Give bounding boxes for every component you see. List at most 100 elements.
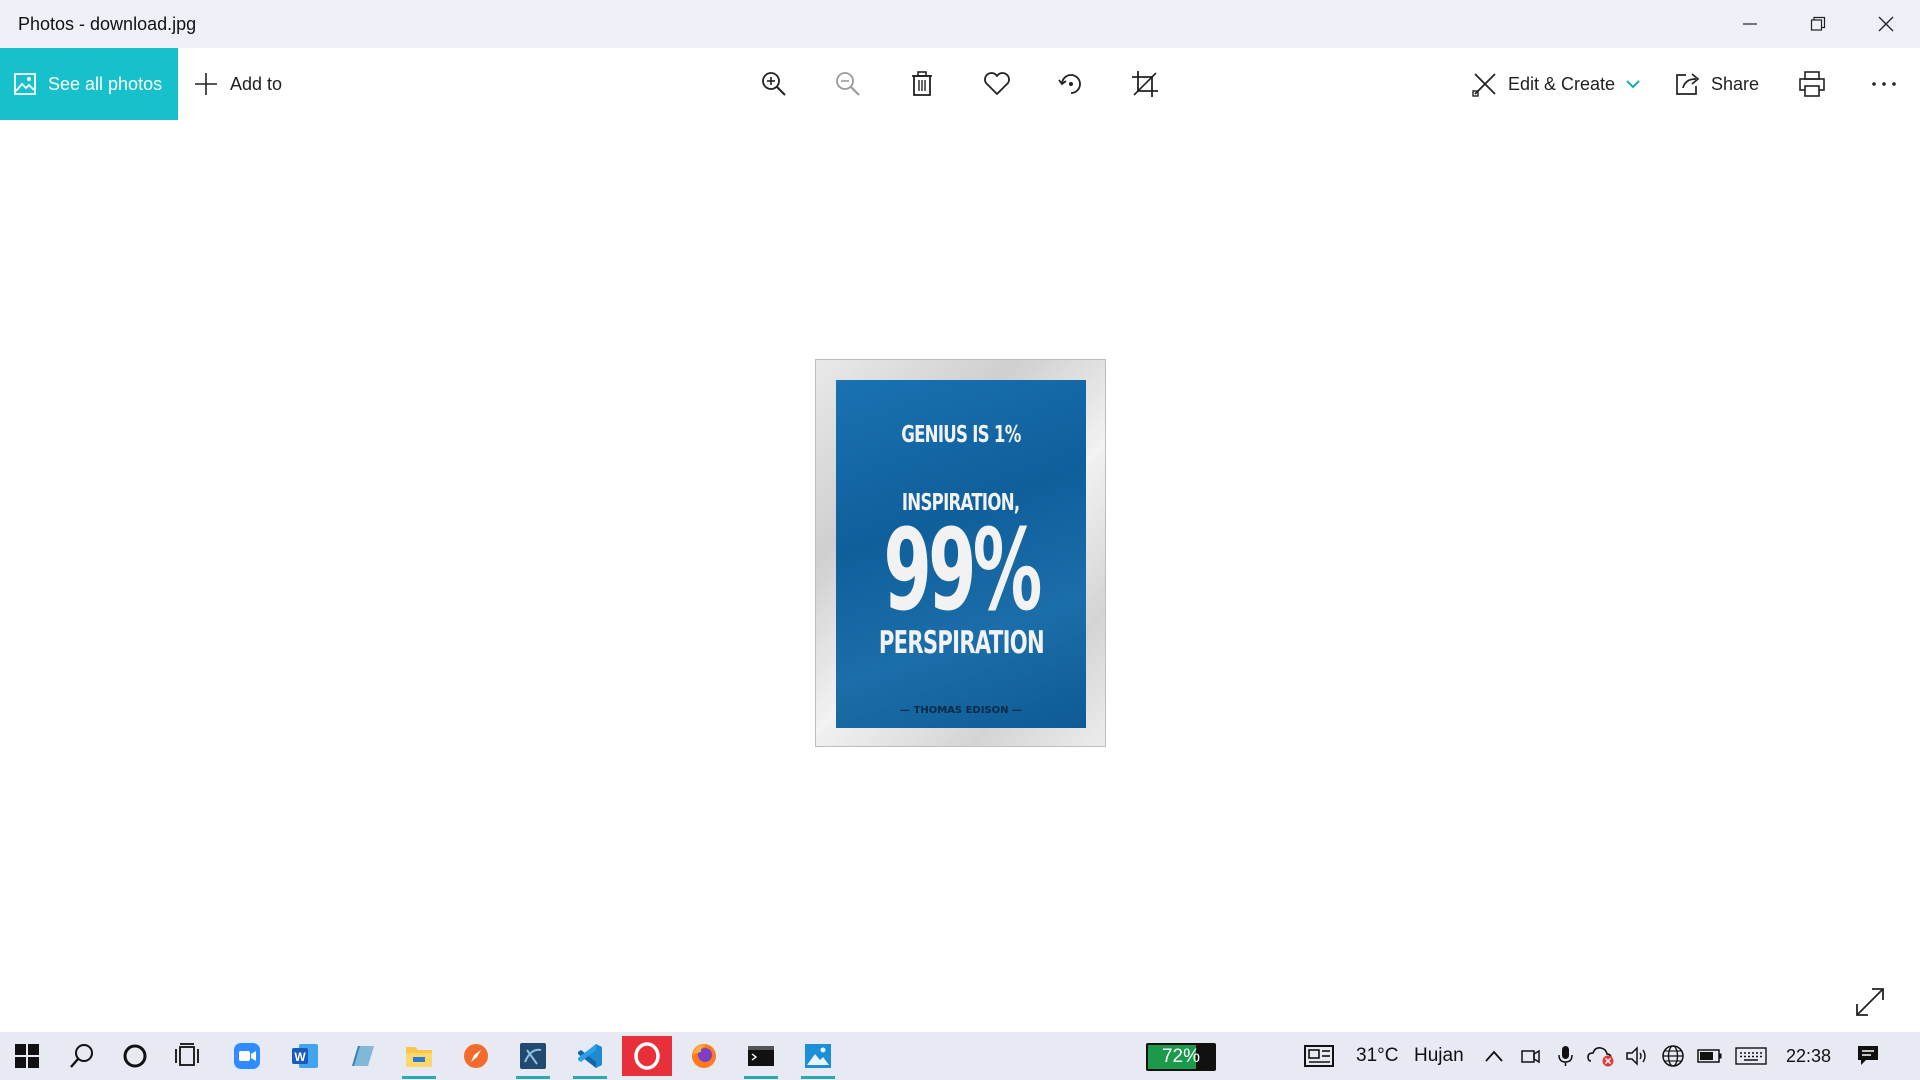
news-widget-button[interactable] <box>1301 1036 1341 1076</box>
toolbar: See all photos Add to Edit & Create Shar… <box>0 48 1920 120</box>
fullscreen-button[interactable] <box>1850 982 1890 1022</box>
quote-big-number: 99% <box>883 506 1042 636</box>
terminal-icon <box>748 1046 774 1066</box>
taskbar-app-notes[interactable] <box>337 1036 387 1076</box>
globe-icon <box>1662 1045 1684 1067</box>
camera-tray-button[interactable] <box>1515 1036 1545 1076</box>
cortana-button[interactable] <box>110 1036 160 1076</box>
battery-meter-label: 72% <box>1161 1046 1201 1067</box>
camera-icon <box>1521 1049 1540 1064</box>
minimize-button[interactable] <box>1716 0 1784 48</box>
news-icon <box>1304 1045 1334 1067</box>
see-all-photos-button[interactable]: See all photos <box>0 48 178 120</box>
svg-text:W: W <box>294 1050 306 1064</box>
battery-icon <box>1697 1049 1722 1063</box>
action-center-button[interactable] <box>1846 1036 1890 1076</box>
zoom-out-icon <box>836 72 860 96</box>
quote-line-1: GENIUS IS 1% <box>901 422 1021 448</box>
see-all-photos-label: See all photos <box>48 73 163 94</box>
window-controls <box>1716 0 1920 48</box>
trash-icon <box>912 71 932 96</box>
show-hidden-icons-button[interactable] <box>1478 1036 1510 1076</box>
add-to-button[interactable]: Add to <box>194 48 282 120</box>
microphone-tray-button[interactable] <box>1550 1036 1580 1076</box>
firefox-icon <box>692 1044 716 1068</box>
poster-quote: GENIUS IS 1% INSPIRATION, 99% PERSPIRATI… <box>836 380 1086 728</box>
taskbar-clock[interactable]: 22:38 <box>1786 1032 1831 1080</box>
minimize-icon <box>1743 23 1757 25</box>
battery-meter-widget[interactable]: 72% <box>1146 1043 1216 1071</box>
restore-icon <box>1810 16 1826 31</box>
keyboard-tray-button[interactable] <box>1733 1036 1769 1076</box>
onedrive-tray-button[interactable] <box>1585 1036 1617 1076</box>
close-button[interactable] <box>1852 0 1920 48</box>
zoom-in-icon <box>762 72 786 96</box>
share-icon <box>1676 73 1700 95</box>
displayed-photo: GENIUS IS 1% INSPIRATION, 99% PERSPIRATI… <box>815 359 1106 747</box>
edit-create-label: Edit & Create <box>1508 73 1616 94</box>
delete-button[interactable] <box>904 66 940 102</box>
taskbar-opera[interactable] <box>622 1036 672 1076</box>
taskbar: W 72% 31°C Hujan 22:38 <box>0 1032 1920 1080</box>
folder-icon <box>406 1047 432 1067</box>
task-view-button[interactable] <box>164 1036 214 1076</box>
restore-button[interactable] <box>1784 0 1852 48</box>
taskbar-photos[interactable] <box>793 1036 843 1079</box>
weather-condition[interactable]: Hujan <box>1414 1032 1464 1080</box>
search-button[interactable] <box>57 1036 107 1076</box>
task-view-icon <box>175 1043 199 1066</box>
database-app-icon <box>520 1043 546 1069</box>
favorite-button[interactable] <box>979 66 1015 102</box>
chevron-up-icon <box>1485 1050 1503 1062</box>
volume-tray-button[interactable] <box>1622 1036 1652 1076</box>
taskbar-file-explorer[interactable] <box>394 1036 444 1079</box>
title-bar: Photos - download.jpg <box>0 0 1920 48</box>
zoom-out-button[interactable] <box>830 66 866 102</box>
taskbar-terminal[interactable] <box>736 1036 786 1079</box>
rotate-icon <box>1058 74 1081 94</box>
taskbar-vscode[interactable] <box>565 1036 615 1079</box>
heart-icon <box>984 72 1010 95</box>
search-icon <box>70 1044 93 1068</box>
window-title: Photos - download.jpg <box>18 13 197 34</box>
edit-create-button[interactable]: Edit & Create <box>1472 48 1641 120</box>
add-to-label: Add to <box>230 73 283 94</box>
network-tray-button[interactable] <box>1658 1036 1688 1076</box>
notes-app-icon <box>352 1046 374 1066</box>
zoom-app-icon <box>234 1043 260 1069</box>
taskbar-firefox[interactable] <box>679 1036 729 1076</box>
plus-icon <box>195 73 217 95</box>
share-button[interactable]: Share <box>1675 48 1759 120</box>
photo-icon <box>14 73 36 95</box>
rotate-button[interactable] <box>1053 66 1089 102</box>
word-icon: W <box>292 1044 318 1068</box>
taskbar-word[interactable]: W <box>280 1036 330 1076</box>
close-icon <box>1878 16 1894 32</box>
taskbar-app-orange[interactable] <box>451 1036 501 1076</box>
vscode-icon <box>578 1044 602 1068</box>
expand-icon <box>1856 988 1884 1016</box>
photo-canvas[interactable]: GENIUS IS 1% INSPIRATION, 99% PERSPIRATI… <box>0 120 1920 1032</box>
speaker-icon <box>1626 1046 1646 1066</box>
chevron-down-icon <box>1626 80 1640 89</box>
battery-tray-button[interactable] <box>1694 1036 1726 1076</box>
microphone-icon <box>1558 1046 1573 1066</box>
start-button[interactable] <box>2 1036 52 1076</box>
compass-app-icon <box>464 1044 488 1068</box>
notification-icon <box>1858 1046 1878 1065</box>
taskbar-zoom[interactable] <box>222 1036 272 1076</box>
printer-icon <box>1799 71 1825 97</box>
cortana-icon <box>123 1044 147 1068</box>
windows-icon <box>15 1044 39 1068</box>
crop-icon <box>1132 71 1158 97</box>
weather-temperature[interactable]: 31°C <box>1356 1032 1398 1080</box>
keyboard-icon <box>1735 1047 1767 1065</box>
taskbar-mysql-workbench[interactable] <box>508 1036 558 1079</box>
zoom-in-button[interactable] <box>756 66 792 102</box>
print-button[interactable] <box>1794 66 1830 102</box>
photos-app-icon <box>805 1044 831 1068</box>
edit-create-icon <box>1472 73 1496 97</box>
crop-button[interactable] <box>1127 66 1163 102</box>
quote-line-3: PERSPIRATION <box>878 625 1044 661</box>
more-options-button[interactable] <box>1866 66 1902 102</box>
